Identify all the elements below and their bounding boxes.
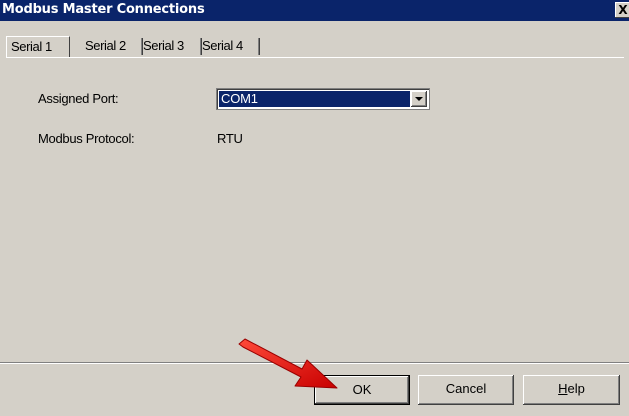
close-icon: X — [618, 3, 628, 17]
modbus-master-connections-dialog: Modbus Master Connections X Serial 1 Ser… — [0, 0, 629, 416]
window-title: Modbus Master Connections — [2, 2, 205, 17]
assigned-port-select[interactable]: COM1 — [216, 88, 430, 110]
chevron-down-icon[interactable] — [411, 91, 427, 107]
close-button[interactable]: X — [615, 2, 629, 18]
tab-serial-1[interactable]: Serial 1 — [6, 36, 70, 58]
cancel-button-label: Cancel — [445, 381, 487, 396]
help-button-label: Help — [558, 381, 585, 396]
tab-label: Serial 1 — [11, 39, 52, 54]
assigned-port-value: COM1 — [219, 91, 410, 107]
cancel-button[interactable]: Cancel — [418, 375, 514, 405]
red-arrow-icon — [238, 338, 338, 389]
assigned-port-label: Assigned Port: — [38, 91, 119, 106]
modbus-protocol-label: Modbus Protocol: — [38, 131, 135, 146]
title-bar[interactable]: Modbus Master Connections X — [0, 0, 629, 21]
help-accelerator: H — [558, 381, 568, 396]
tab-serial-3[interactable]: Serial 3 — [139, 36, 202, 58]
tab-serial-4[interactable]: Serial 4 — [198, 36, 260, 58]
ok-button-label: OK — [352, 382, 372, 397]
tab-label: Serial 3 — [143, 38, 184, 53]
help-button[interactable]: Help — [523, 375, 620, 405]
help-label-rest: elp — [567, 381, 585, 396]
modbus-protocol-value: RTU — [217, 131, 243, 146]
tab-label: Serial 4 — [202, 38, 243, 53]
tab-serial-2[interactable]: Serial 2 — [81, 36, 143, 58]
tab-label: Serial 2 — [85, 38, 126, 53]
